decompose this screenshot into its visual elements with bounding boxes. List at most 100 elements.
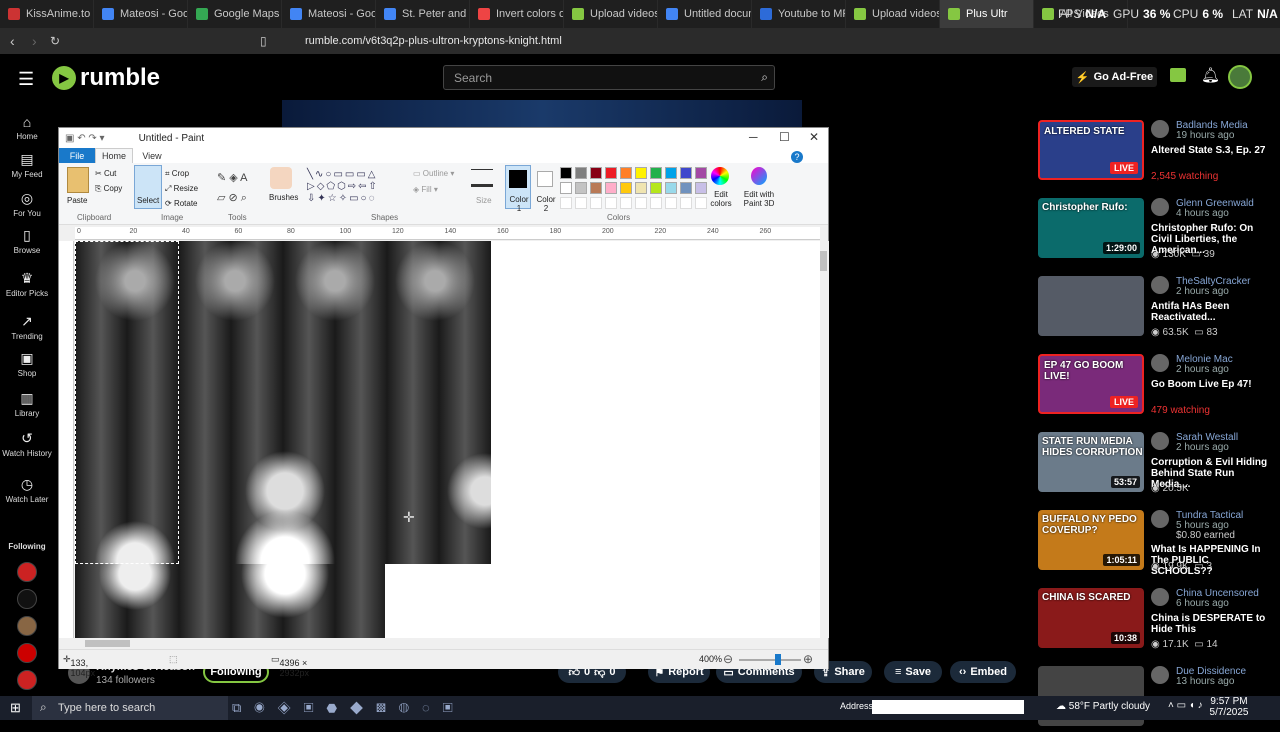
size-button[interactable]: Size (476, 196, 492, 205)
palette-swatch[interactable] (590, 182, 602, 194)
related-video[interactable]: EP 47 GO BOOM LIVE! LIVE Melonie Mac 2 hour… (1038, 354, 1270, 420)
vertical-scrollbar[interactable] (820, 241, 829, 638)
channel-avatar[interactable] (1151, 120, 1169, 138)
minimize-icon[interactable]: ─ (749, 130, 758, 144)
video-thumbnail[interactable]: ALTERED STATE LIVE (1038, 120, 1144, 180)
palette-swatch[interactable] (650, 182, 662, 194)
embed-button[interactable]: ‹› Embed (950, 661, 1016, 683)
video-title[interactable]: Antifa HAs Been Reactivated... (1151, 301, 1269, 323)
related-video[interactable]: STATE RUN MEDIA HIDES CORRUPTION 53:57 Sar… (1038, 432, 1270, 498)
sidebar-item[interactable]: ▥ Library (0, 390, 54, 418)
video-player[interactable] (282, 100, 802, 127)
windows-start-icon[interactable]: ⊞ (10, 700, 21, 716)
sidebar-item[interactable]: ▯ Browse (0, 227, 54, 255)
palette-swatch[interactable] (680, 182, 692, 194)
video-thumbnail[interactable]: EP 47 GO BOOM LIVE! LIVE (1038, 354, 1144, 414)
video-thumbnail[interactable]: BUFFALO NY PEDO COVERUP? 1:05:11 (1038, 510, 1144, 570)
custom-color-slot[interactable] (560, 197, 572, 209)
address-toolbar-input[interactable] (872, 700, 1024, 714)
palette-swatch[interactable] (560, 167, 572, 179)
upload-icon[interactable] (1170, 68, 1186, 82)
paint3d-icon[interactable] (751, 167, 767, 185)
pencil-fill-text-icons[interactable]: ✎ ◈ A (217, 171, 248, 184)
size-icon[interactable] (471, 169, 493, 187)
followed-channel-avatar[interactable] (17, 562, 37, 582)
copy-button[interactable]: ⎘ Copy (95, 184, 122, 194)
bell-icon[interactable]: 🔔︎ (1201, 66, 1220, 84)
edit-colors-button[interactable]: Edit colors (707, 190, 735, 208)
video-thumbnail[interactable]: CHINA IS SCARED 10:38 (1038, 588, 1144, 648)
clock-time[interactable]: 9:57 PM (1209, 696, 1249, 707)
eraser-picker-magnifier-icons[interactable]: ▱ ⊘ ⌕ (217, 191, 247, 205)
channel-avatar[interactable] (1151, 510, 1169, 528)
shapes-gallery[interactable]: ╲∿○▭▭▭△ ▷◇⬠⬡⇨⇦⇧ ⇩✦☆✧▭○◌ (307, 169, 403, 205)
channel-avatar[interactable] (1151, 354, 1169, 372)
cut-button[interactable]: ✂ Cut (95, 169, 116, 178)
paste-icon[interactable] (67, 167, 89, 193)
followed-channel-avatar[interactable] (17, 589, 37, 609)
video-title[interactable]: Altered State S.3, Ep. 27 (1151, 145, 1269, 156)
sidebar-item[interactable]: ↗ Trending (0, 313, 54, 341)
zoom-in-icon[interactable]: ⊕ (803, 652, 813, 666)
related-video[interactable]: CHINA IS SCARED 10:38 China Uncensored 6 ho… (1038, 588, 1270, 654)
palette-swatch[interactable] (620, 167, 632, 179)
custom-color-slot[interactable] (575, 197, 587, 209)
custom-color-slot[interactable] (695, 197, 707, 209)
search-icon[interactable]: ⌕ (761, 70, 768, 85)
palette-swatch[interactable] (605, 182, 617, 194)
video-thumbnail[interactable] (1038, 276, 1144, 336)
browser-tab[interactable]: Untitled docume (658, 0, 752, 28)
paint-canvas[interactable]: ✛ (75, 241, 820, 638)
tab-home[interactable]: Home (95, 148, 133, 163)
video-title[interactable]: Go Boom Live Ep 47! (1151, 379, 1269, 390)
related-video[interactable]: TheSaltyCracker 2 hours ago Antifa HAs Bee… (1038, 276, 1270, 342)
followed-channel-avatar[interactable] (17, 643, 37, 663)
channel-avatar[interactable] (1151, 276, 1169, 294)
zoom-slider-thumb[interactable] (775, 654, 781, 665)
sidebar-item[interactable]: ▤ My Feed (0, 151, 54, 179)
sidebar-item[interactable]: ◎ For You (0, 190, 54, 218)
custom-color-slot[interactable] (620, 197, 632, 209)
custom-color-slot[interactable] (635, 197, 647, 209)
quick-access-icon[interactable]: ▣ ↶ ↷ ▾ (65, 133, 105, 144)
palette-swatch[interactable] (635, 182, 647, 194)
palette-swatch[interactable] (665, 167, 677, 179)
tab-view[interactable]: View (133, 151, 171, 161)
video-title[interactable]: China is DESPERATE to Hide This (1151, 613, 1269, 635)
palette-swatch[interactable] (590, 167, 602, 179)
video-thumbnail[interactable]: Christopher Rufo: 1:29:00 (1038, 198, 1144, 258)
paste-button[interactable]: Paste (67, 196, 87, 205)
url-field[interactable]: rumble.com/v6t3q2p-plus-ultron-kryptons-… (305, 35, 562, 47)
palette-swatch[interactable] (650, 167, 662, 179)
custom-color-slot[interactable] (605, 197, 617, 209)
browser-tab[interactable]: Upload videos a (564, 0, 658, 28)
channel-avatar[interactable] (1151, 588, 1169, 606)
horizontal-scrollbar[interactable] (75, 638, 820, 649)
tray-icons[interactable]: ˄ ▭ ◖ ♪ (1168, 700, 1203, 711)
zoom-out-icon[interactable]: ⊖ (723, 652, 733, 666)
palette-swatch[interactable] (695, 182, 707, 194)
palette-swatch[interactable] (575, 182, 587, 194)
related-video[interactable]: ALTERED STATE LIVE Badlands Media 19 hours … (1038, 120, 1270, 186)
sidebar-item[interactable]: ▣ Shop (0, 350, 54, 378)
palette-swatch[interactable] (635, 167, 647, 179)
taskbar-apps[interactable]: ⧉◉◈▣⬣◆▩◍◌▣ (232, 700, 466, 716)
horizontal-scroll-thumb[interactable] (85, 640, 130, 647)
browser-tab[interactable]: Youtube to MP3 (752, 0, 846, 28)
tab-file[interactable]: File (59, 148, 95, 163)
help-icon[interactable]: ? (791, 151, 803, 163)
edit-colors-icon[interactable] (711, 167, 729, 185)
followed-channel-avatar[interactable] (17, 670, 37, 690)
search-input[interactable]: Search ⌕ (443, 65, 775, 90)
custom-color-slot[interactable] (650, 197, 662, 209)
custom-color-slot[interactable] (680, 197, 692, 209)
custom-color-slot[interactable] (665, 197, 677, 209)
go-ad-free-button[interactable]: ⚡ Go Ad-Free (1072, 67, 1157, 87)
menu-icon[interactable]: ☰ (18, 69, 34, 90)
maximize-icon[interactable]: ☐ (779, 130, 790, 144)
browser-tab[interactable]: KissAnime.to - w (0, 0, 94, 28)
brushes-button[interactable]: Brushes (269, 193, 298, 202)
palette-swatch[interactable] (620, 182, 632, 194)
browser-tab[interactable]: Google Maps (188, 0, 282, 28)
browser-tab[interactable]: Invert colors onli (470, 0, 564, 28)
